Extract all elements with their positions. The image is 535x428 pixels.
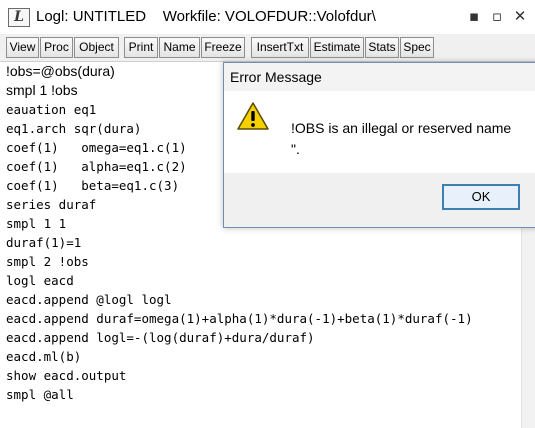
code-line: smpl 1 !obs	[6, 82, 78, 98]
error-dialog: Error Message !OBS is an illegal or rese…	[223, 62, 535, 228]
dialog-button-area: OK	[224, 173, 535, 227]
code-line: smpl 2 !obs	[6, 254, 89, 269]
window-titlebar: L Logl: UNTITLED Workfile: VOLOFDUR::Vol…	[0, 0, 535, 35]
code-line: coef(1) omega=eq1.c(1)	[6, 140, 187, 155]
inserttxt-button[interactable]: InsertTxt	[251, 37, 309, 58]
code-line: smpl @all	[6, 387, 74, 402]
estimate-button[interactable]: Estimate	[310, 37, 364, 58]
minimize-button[interactable]: ▪	[463, 4, 485, 28]
error-message-line1: !OBS is an illegal or reserved name	[291, 120, 512, 136]
code-line: series duraf	[6, 197, 97, 212]
stats-button[interactable]: Stats	[365, 37, 399, 58]
code-line: eauation eq1	[6, 102, 97, 117]
error-message-line2: ".	[291, 141, 300, 157]
code-line: eq1.arch sqr(dura)	[6, 121, 142, 136]
code-line: logl eacd	[6, 273, 74, 288]
freeze-button[interactable]: Freeze	[201, 37, 245, 58]
code-line: coef(1) alpha=eq1.c(2)	[6, 159, 187, 174]
close-button[interactable]: ✕	[509, 4, 531, 28]
name-button[interactable]: Name	[159, 37, 200, 58]
dialog-title: Error Message	[230, 69, 322, 85]
proc-button[interactable]: Proc	[40, 37, 73, 58]
print-button[interactable]: Print	[124, 37, 158, 58]
code-line: coef(1) beta=eq1.c(3)	[6, 178, 180, 193]
restore-button[interactable]: ▫	[486, 4, 508, 28]
warning-icon	[237, 102, 269, 130]
code-line: smpl 1 1	[6, 216, 67, 231]
code-line: eacd.append logl=-(log(duraf)+dura/duraf…	[6, 330, 315, 345]
object-button[interactable]: Object	[74, 37, 119, 58]
window-title: Logl: UNTITLED Workfile: VOLOFDUR::Volof…	[36, 8, 376, 25]
code-line: eacd.append @logl logl	[6, 292, 172, 307]
view-button[interactable]: View	[6, 37, 39, 58]
ok-button[interactable]: OK	[442, 184, 520, 210]
eviews-logo-icon: L	[8, 8, 30, 27]
code-line: eacd.ml(b)	[6, 349, 82, 364]
code-line: eacd.append duraf=omega(1)+alpha(1)*dura…	[6, 311, 473, 326]
dialog-titlebar: Error Message	[224, 63, 535, 91]
code-line: !obs=@obs(dura)	[6, 63, 115, 79]
code-line: show eacd.output	[6, 368, 127, 383]
code-line: duraf(1)=1	[6, 235, 82, 250]
spec-button[interactable]: Spec	[400, 37, 434, 58]
object-toolbar: View Proc Object Print Name Freeze Inser…	[0, 34, 535, 62]
